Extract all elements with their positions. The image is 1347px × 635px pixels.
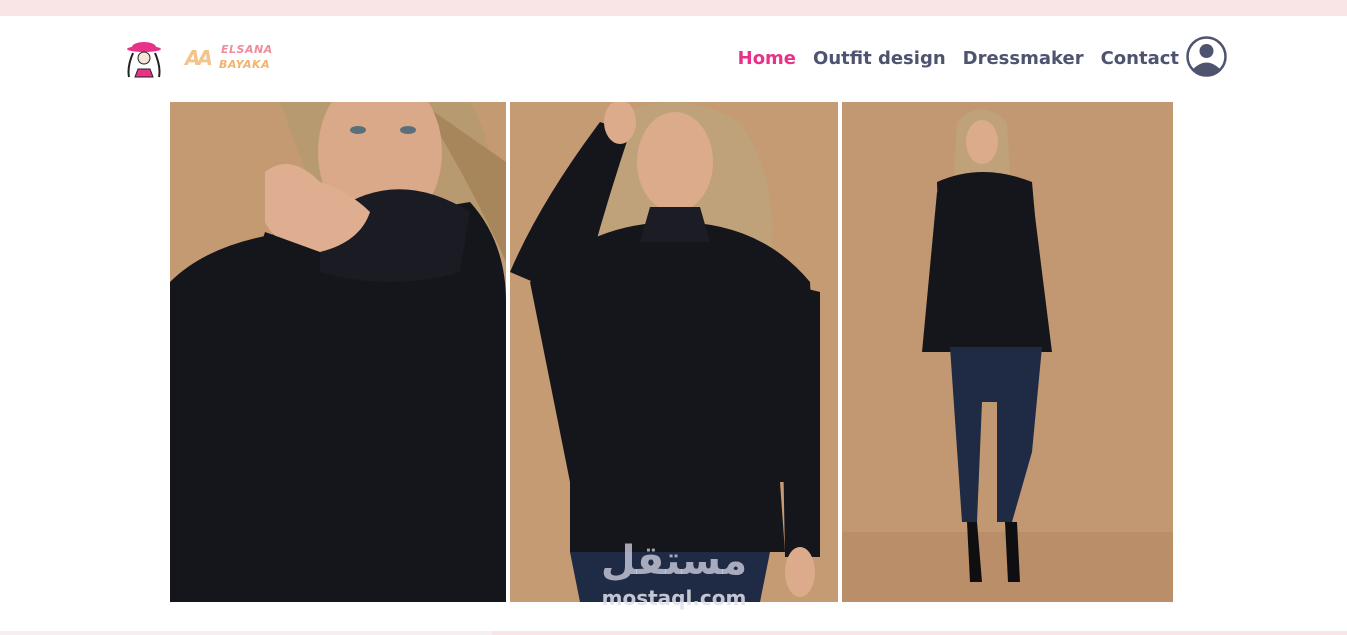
footer-divider bbox=[0, 631, 1347, 635]
brand-name-line1: ELSANA bbox=[221, 43, 273, 56]
brand-wordmark[interactable]: AA ELSANA BAYAKA bbox=[185, 42, 285, 76]
brand-logo-icon[interactable] bbox=[123, 39, 165, 79]
product-photo-3[interactable] bbox=[842, 102, 1173, 602]
nav-item-contact[interactable]: Contact bbox=[1101, 48, 1179, 69]
product-photo-1[interactable] bbox=[170, 102, 506, 602]
main-nav: Home Outfit design Dressmaker Contact bbox=[738, 48, 1179, 69]
brand-name-line2: BAYAKA bbox=[219, 58, 271, 71]
nav-item-home[interactable]: Home bbox=[738, 48, 796, 69]
top-strip bbox=[0, 0, 1347, 16]
product-photo-2[interactable] bbox=[510, 102, 838, 602]
nav-item-dressmaker[interactable]: Dressmaker bbox=[963, 48, 1084, 69]
user-circle-icon[interactable] bbox=[1186, 36, 1227, 77]
nav-item-outfit-design[interactable]: Outfit design bbox=[813, 48, 946, 69]
brand-monogram: AA bbox=[185, 46, 213, 70]
